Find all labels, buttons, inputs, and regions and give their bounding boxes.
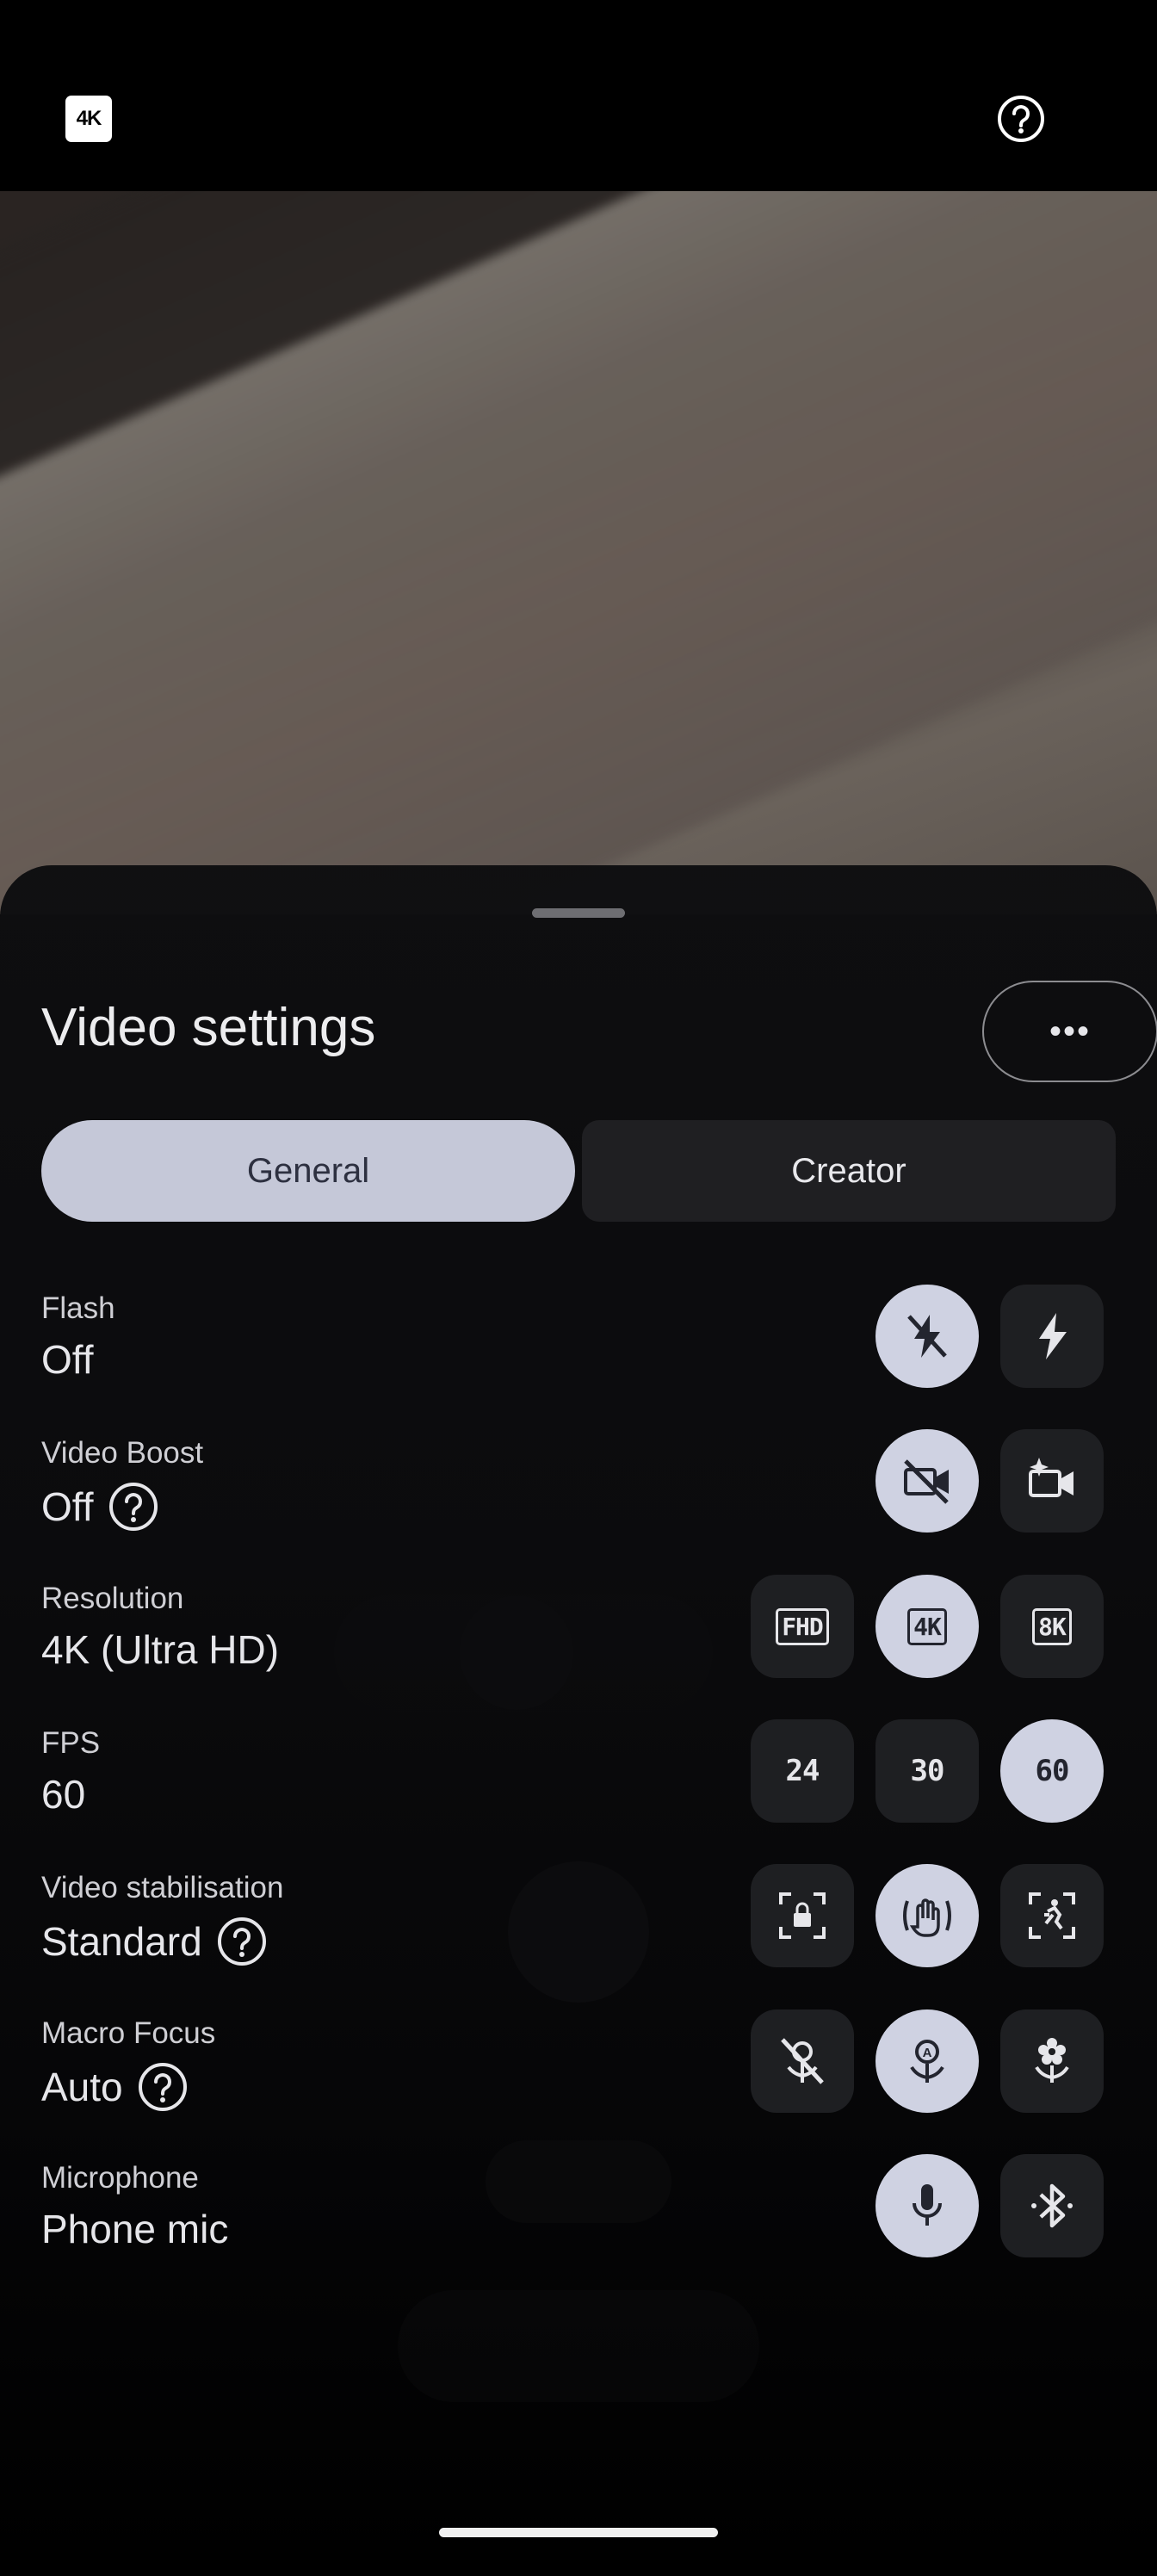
bluetooth-option[interactable] xyxy=(1000,2154,1104,2257)
sheet-title: Video settings xyxy=(41,998,376,1057)
bluetooth-icon xyxy=(1031,2183,1073,2228)
video-boost-off-icon xyxy=(904,1459,949,1504)
fps-24-option[interactable]: 24 xyxy=(751,1719,854,1823)
video-boost-on-icon xyxy=(1029,1458,1073,1497)
fps-30-option[interactable]: 30 xyxy=(875,1719,979,1823)
sheet-drag-handle[interactable] xyxy=(532,908,625,918)
macro-on-option[interactable] xyxy=(1000,2009,1104,2113)
stabilisation-active-icon xyxy=(1029,1892,1075,1939)
microphone-label: Microphone xyxy=(41,2161,199,2195)
microphone-icon xyxy=(913,2184,942,2226)
fps-60-icon: 60 xyxy=(1035,1754,1070,1788)
microphone-option[interactable] xyxy=(875,2154,979,2257)
tab-creator[interactable]: Creator xyxy=(582,1120,1116,1222)
help-circle-icon[interactable] xyxy=(108,1481,159,1533)
stabilisation-locked-option[interactable] xyxy=(751,1864,854,1967)
video-boost-label: Video Boost xyxy=(41,1436,204,1470)
flash-off-option[interactable] xyxy=(875,1285,979,1388)
macro-focus-value: Auto xyxy=(41,2061,189,2113)
fps-label: FPS xyxy=(41,1726,101,1760)
stabilisation-standard-option[interactable] xyxy=(875,1864,979,1967)
flash-off-icon xyxy=(907,1315,947,1358)
flash-value: Off xyxy=(41,1336,94,1383)
home-indicator[interactable] xyxy=(439,2528,718,2537)
8k-icon: 8K xyxy=(1032,1607,1072,1645)
4k-option[interactable]: 4K xyxy=(875,1575,979,1678)
stabilisation-active-option[interactable] xyxy=(1000,1864,1104,1967)
fhd-icon: FHD xyxy=(776,1607,829,1645)
fps-value-text: 60 xyxy=(41,1772,86,1817)
video-boost-off-option[interactable] xyxy=(875,1429,979,1533)
stabilisation-standard-icon xyxy=(903,1898,951,1937)
microphone-value: Phone mic xyxy=(41,2206,228,2252)
4k-icon: 4K xyxy=(907,1607,947,1645)
macro-auto-icon: A xyxy=(910,2040,944,2083)
video-boost-on-option[interactable] xyxy=(1000,1429,1104,1533)
flash-on-option[interactable] xyxy=(1000,1285,1104,1388)
flash-label: Flash xyxy=(41,1291,115,1325)
video-boost-value: Off xyxy=(41,1481,159,1533)
macro-focus-value-text: Auto xyxy=(41,2065,123,2109)
fps-60-option[interactable]: 60 xyxy=(1000,1719,1104,1823)
video-stabilisation-value: Standard xyxy=(41,1916,268,1967)
fps-30-icon: 30 xyxy=(910,1754,945,1788)
more-options-button[interactable]: ••• xyxy=(982,981,1157,1082)
tab-general[interactable]: General xyxy=(41,1120,575,1222)
svg-text:A: A xyxy=(923,2046,932,2060)
8k-option[interactable]: 8K xyxy=(1000,1575,1104,1678)
help-circle-icon[interactable] xyxy=(137,2061,189,2113)
resolution-value: 4K (Ultra HD) xyxy=(41,1626,279,1673)
help-circle-icon[interactable] xyxy=(216,1916,268,1967)
resolution-label: Resolution xyxy=(41,1582,184,1615)
video-stabilisation-value-text: Standard xyxy=(41,1919,202,1964)
flash-on-icon xyxy=(1039,1313,1067,1359)
macro-off-option[interactable] xyxy=(751,2009,854,2113)
fps-24-icon: 24 xyxy=(785,1754,820,1788)
video-stabilisation-label: Video stabilisation xyxy=(41,1871,284,1904)
stabilisation-locked-icon xyxy=(779,1892,826,1939)
macro-focus-label: Macro Focus xyxy=(41,2016,216,2050)
fps-value: 60 xyxy=(41,1771,85,1817)
macro-off-icon xyxy=(781,2038,824,2084)
macro-on-icon xyxy=(1035,2038,1069,2083)
macro-auto-option[interactable]: A xyxy=(875,2009,979,2113)
video-boost-value-text: Off xyxy=(41,1484,94,1529)
fhd-option[interactable]: FHD xyxy=(751,1575,854,1678)
resolution-value-text: 4K (Ultra HD) xyxy=(41,1627,280,1672)
microphone-value-text: Phone mic xyxy=(41,2207,229,2251)
flash-value-text: Off xyxy=(41,1337,94,1382)
